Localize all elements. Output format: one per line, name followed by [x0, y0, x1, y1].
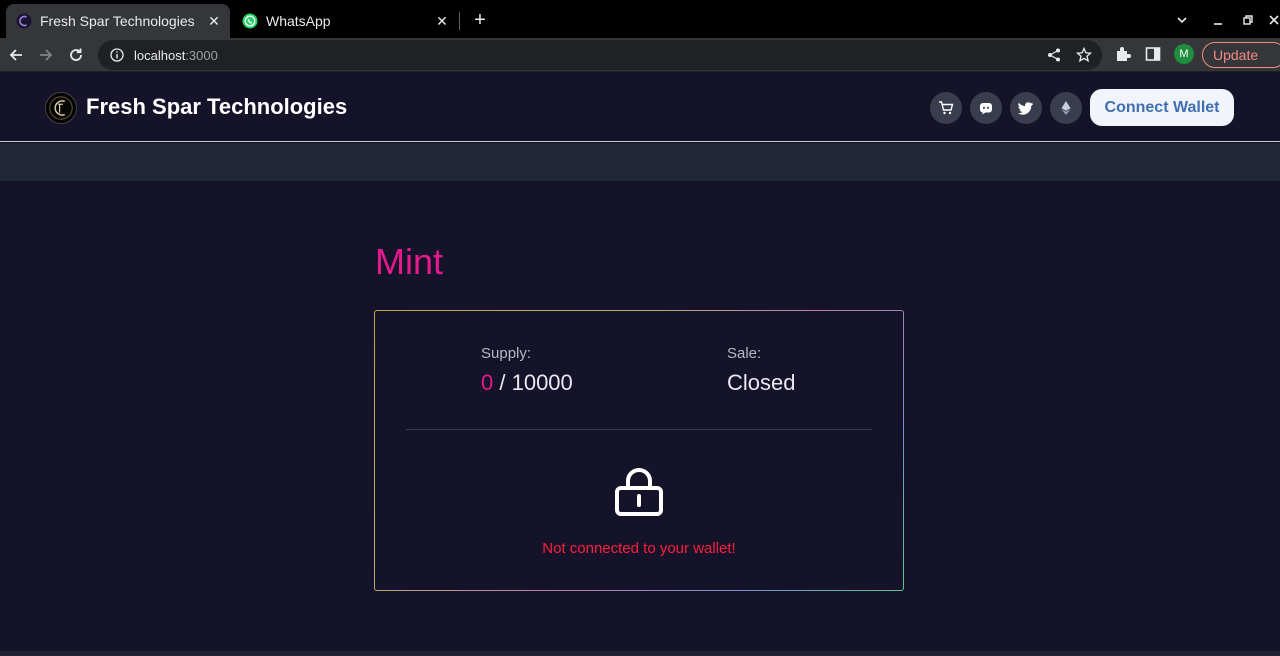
- supply-total: / 10000: [499, 370, 573, 395]
- discord-icon: [980, 103, 992, 115]
- restore-icon[interactable]: [1236, 8, 1260, 32]
- page-content: Fresh Spar Technologies Connect Wallet M…: [0, 73, 1280, 656]
- tab-whatsapp[interactable]: WhatsApp ✕: [232, 4, 458, 38]
- brand-name[interactable]: Fresh Spar Technologies: [86, 94, 347, 120]
- browser-toolbar: localhost:3000 M Update: [0, 38, 1280, 72]
- address-bar[interactable]: localhost:3000: [98, 40, 1102, 70]
- back-button[interactable]: [2, 41, 30, 69]
- twitter-button[interactable]: [1010, 92, 1042, 124]
- tab-search-icon[interactable]: [1170, 8, 1194, 32]
- cart-button[interactable]: [930, 92, 962, 124]
- discord-button[interactable]: [970, 92, 1002, 124]
- url-host: localhost: [134, 47, 186, 63]
- connect-wallet-button[interactable]: Connect Wallet: [1090, 89, 1234, 126]
- url-port: :3000: [185, 47, 218, 63]
- extensions-puzzle-icon[interactable]: [1114, 45, 1132, 63]
- update-button[interactable]: Update: [1202, 42, 1280, 68]
- twitter-icon: [1018, 102, 1033, 115]
- info-icon[interactable]: [110, 48, 124, 62]
- bookmark-star-icon[interactable]: [1076, 47, 1092, 63]
- site-header: Fresh Spar Technologies Connect Wallet: [0, 73, 1280, 142]
- brand-logo[interactable]: [45, 92, 77, 124]
- tab-title: Fresh Spar Technologies: [40, 13, 195, 29]
- cart-icon: [939, 101, 954, 115]
- tab-separator: [459, 12, 460, 30]
- sale-status: Closed: [727, 370, 796, 395]
- lock-icon: [615, 468, 663, 516]
- site-logo-icon: [16, 13, 32, 29]
- footer-edge: [0, 651, 1280, 656]
- sale-label: Sale:: [727, 345, 762, 362]
- side-panel-icon[interactable]: [1144, 45, 1162, 63]
- arrow-left-icon: [9, 49, 22, 61]
- whatsapp-icon: [242, 13, 258, 29]
- new-tab-button[interactable]: +: [468, 8, 492, 32]
- forward-button[interactable]: [32, 41, 60, 69]
- supply-minted-count: 0: [481, 370, 494, 395]
- ethereum-button[interactable]: [1050, 92, 1082, 124]
- profile-avatar[interactable]: M: [1174, 44, 1194, 64]
- window-close-icon[interactable]: [1262, 8, 1280, 32]
- browser-tab-bar: Fresh Spar Technologies ✕ WhatsApp ✕ +: [0, 0, 1280, 38]
- reload-icon: [70, 48, 82, 61]
- wallet-status-message: Not connected to your wallet!: [542, 540, 736, 557]
- share-icon[interactable]: [1046, 47, 1062, 63]
- page-title: Mint: [375, 241, 444, 282]
- minimize-icon[interactable]: [1206, 8, 1230, 32]
- close-icon[interactable]: ✕: [204, 11, 224, 31]
- tab-fresh-spar[interactable]: Fresh Spar Technologies ✕: [6, 4, 230, 38]
- mint-card: Supply: 0 / 10000 Sale: Closed Not conne…: [374, 310, 904, 591]
- arrow-right-icon: [40, 49, 53, 61]
- card-divider: [406, 429, 872, 430]
- sub-header-band: [0, 143, 1280, 181]
- supply-value: 0 / 10000: [481, 370, 573, 396]
- ethereum-icon: [1061, 101, 1071, 115]
- reload-button[interactable]: [62, 41, 90, 69]
- supply-label: Supply:: [481, 345, 532, 362]
- tab-title: WhatsApp: [266, 13, 331, 29]
- close-icon[interactable]: ✕: [432, 11, 452, 31]
